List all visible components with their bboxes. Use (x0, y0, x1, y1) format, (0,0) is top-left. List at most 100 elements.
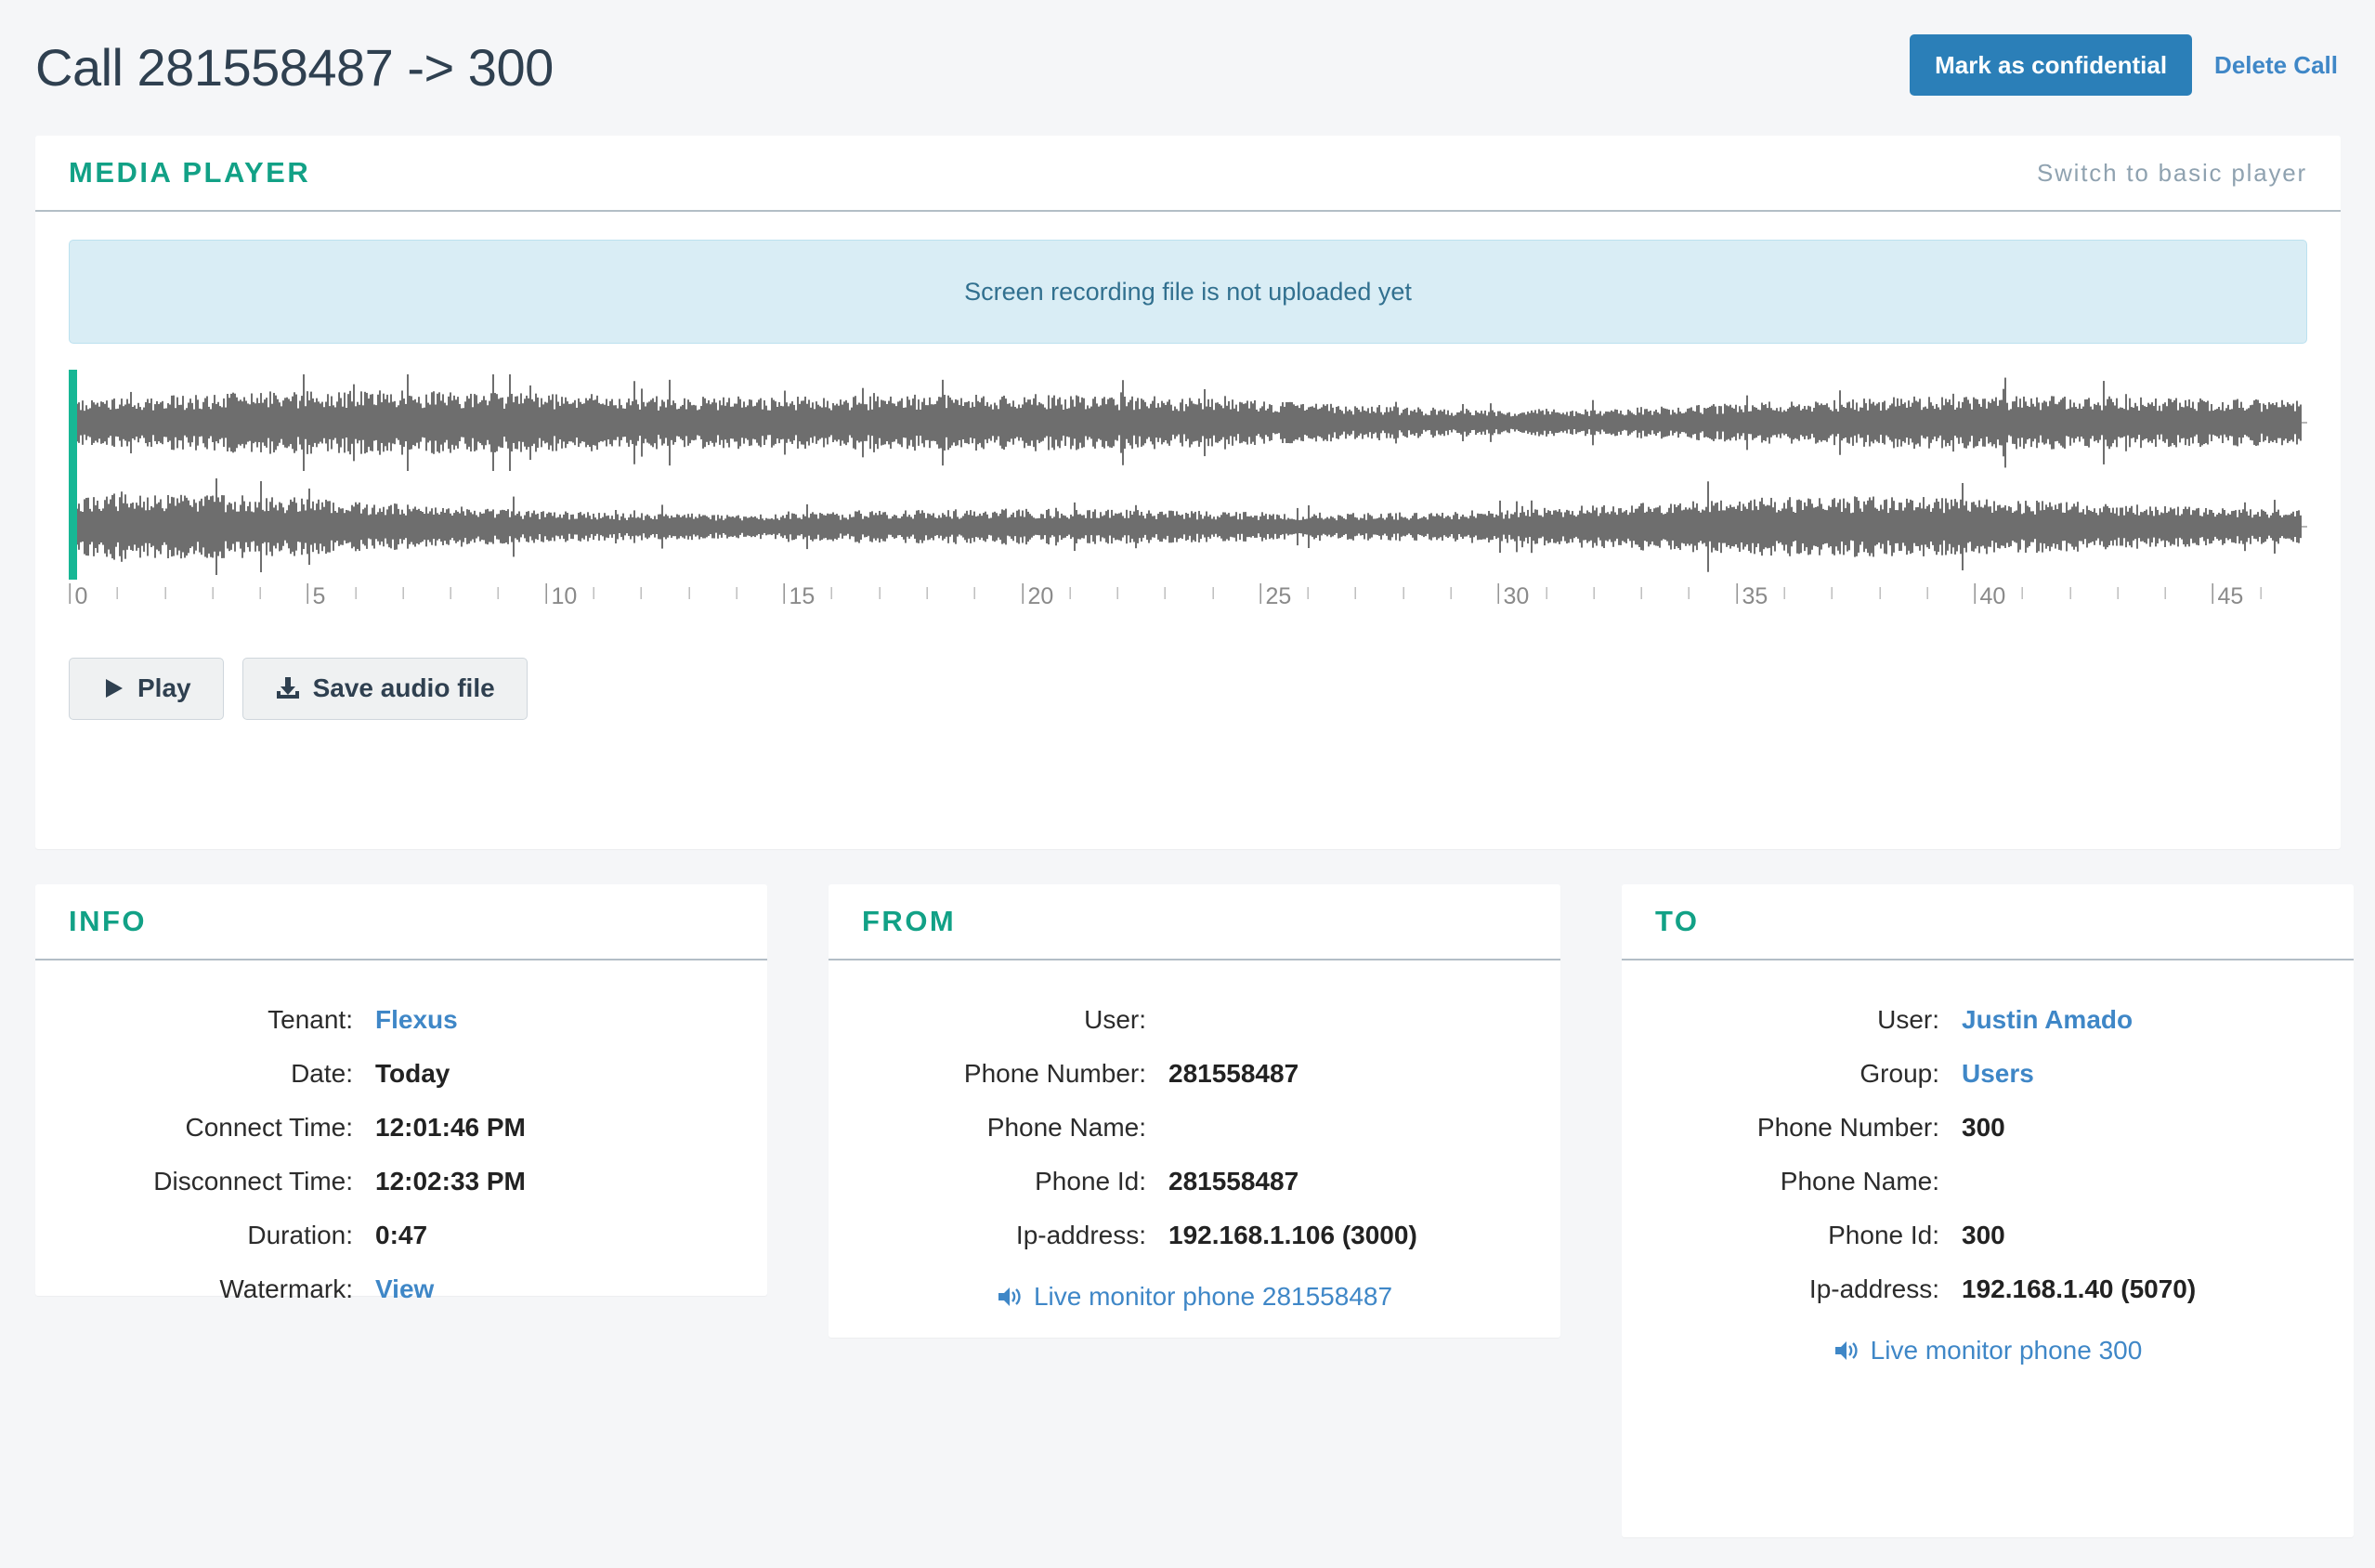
from-live-monitor-label: Live monitor phone 281558487 (1033, 1282, 1393, 1311)
detail-row: Watermark: View (69, 1274, 734, 1304)
switch-to-basic-player-link[interactable]: Switch to basic player (2037, 159, 2307, 188)
to-card: TO User: Justin Amado Group: Users Phone Num… (1622, 884, 2354, 1537)
page-header: Call 281558487 -> 300 Mark as confidenti… (0, 0, 2375, 136)
from-card-body: User: Phone Number: 281558487 Phone Name: Ph… (829, 960, 1560, 1250)
detail-row: Tenant: Flexus (69, 1005, 734, 1035)
play-icon (101, 676, 125, 700)
info-card-title: INFO (69, 905, 148, 937)
media-player-body: Screen recording file is not uploaded ye… (35, 212, 2341, 619)
detail-row: Connect Time: 12:01:46 PM (69, 1113, 734, 1143)
detail-row: Phone Number: 300 (1655, 1113, 2320, 1143)
detail-row: User: Justin Amado (1655, 1005, 2320, 1035)
speaker-icon (1833, 1339, 1860, 1362)
timeline-ruler-ticks: 0 5 10 15 20 25 30 35 40 45 (69, 583, 2262, 609)
detail-row-label: Ip-address: (1015, 1221, 1146, 1249)
detail-row: Phone Number: 281558487 (862, 1059, 1527, 1089)
detail-row-value: 12:02:33 PM (375, 1167, 526, 1196)
detail-row-label: User: (1084, 1005, 1146, 1034)
detail-row-label: User: (1877, 1005, 1939, 1034)
to-live-monitor-link[interactable]: Live monitor phone 300 (1833, 1336, 2143, 1365)
timeline-ruler[interactable]: 0 5 10 15 20 25 30 35 40 45 (69, 581, 2307, 619)
media-player-header: MEDIA PLAYER Switch to basic player (35, 136, 2341, 212)
svg-text:15: 15 (789, 583, 816, 609)
header-actions: Mark as confidential Delete Call (1910, 33, 2338, 102)
detail-row-label: Phone Id: (1035, 1167, 1146, 1196)
screen-recording-alert-text: Screen recording file is not uploaded ye… (964, 277, 1412, 306)
detail-row-label: Connect Time: (185, 1113, 353, 1142)
stereo-waveform[interactable] (69, 370, 2307, 580)
svg-text:40: 40 (1980, 583, 2006, 609)
info-card-header: INFO (35, 884, 767, 960)
detail-row-value: 300 (1962, 1113, 2005, 1142)
svg-text:35: 35 (1742, 583, 1768, 609)
detail-row-value[interactable]: View (375, 1274, 434, 1304)
detail-row-label: Ip-address: (1808, 1274, 1939, 1303)
detail-row-label: Watermark: (219, 1274, 353, 1303)
detail-row: Group: Users (1655, 1059, 2320, 1089)
svg-text:25: 25 (1266, 583, 1292, 609)
detail-row-value: 281558487 (1168, 1059, 1299, 1088)
screen-recording-alert: Screen recording file is not uploaded ye… (69, 240, 2307, 344)
speaker-icon (997, 1286, 1023, 1308)
svg-text:10: 10 (552, 583, 578, 609)
detail-row-value: 192.168.1.106 (3000) (1168, 1221, 1417, 1249)
media-player-card: MEDIA PLAYER Switch to basic player Scre… (35, 136, 2341, 849)
detail-row-value[interactable]: Justin Amado (1962, 1005, 2133, 1035)
detail-row: Date: Today (69, 1059, 734, 1089)
info-card-body: Tenant: Flexus Date: Today Connect Time: 12:0… (35, 960, 767, 1304)
from-monitor-row: Live monitor phone 281558487 (829, 1250, 1560, 1312)
detail-row-label: Date: (291, 1059, 353, 1088)
info-card: INFO Tenant: Flexus Date: Today Connect Time… (35, 884, 767, 1303)
svg-text:20: 20 (1028, 583, 1054, 609)
playhead-cursor[interactable] (69, 370, 77, 580)
page-title: Call 281558487 -> 300 (35, 38, 554, 97)
delete-call-link[interactable]: Delete Call (2214, 51, 2338, 80)
detail-row-value: 192.168.1.40 (5070) (1962, 1274, 2197, 1303)
detail-row: User: (862, 1005, 1527, 1035)
to-card-title: TO (1655, 905, 1700, 937)
mark-as-confidential-button[interactable]: Mark as confidential (1910, 33, 2193, 97)
detail-row-value: 300 (1962, 1221, 2005, 1249)
detail-row: Duration: 0:47 (69, 1221, 734, 1250)
detail-row-label: Phone Number: (1756, 1113, 1939, 1142)
svg-text:5: 5 (313, 583, 326, 609)
detail-row-label: Group: (1860, 1059, 1939, 1088)
svg-text:45: 45 (2218, 583, 2244, 609)
detail-row: Phone Id: 300 (1655, 1221, 2320, 1250)
detail-row: Phone Name: (1655, 1167, 2320, 1196)
to-card-body: User: Justin Amado Group: Users Phone Number… (1622, 960, 2354, 1304)
detail-row-label: Duration: (247, 1221, 353, 1249)
detail-row-value[interactable]: Flexus (375, 1005, 458, 1035)
detail-row-value[interactable]: Users (1962, 1059, 2034, 1089)
detail-row-value: Today (375, 1059, 450, 1088)
play-button[interactable]: Play (69, 658, 224, 720)
play-button-label: Play (137, 673, 191, 702)
detail-row-label: Phone Name: (986, 1113, 1146, 1142)
svg-text:0: 0 (75, 583, 88, 609)
detail-row-value: 281558487 (1168, 1167, 1299, 1196)
detail-row-label: Phone Number: (963, 1059, 1146, 1088)
from-live-monitor-link[interactable]: Live monitor phone 281558487 (997, 1282, 1392, 1312)
from-card-title: FROM (862, 905, 957, 937)
detail-row: Phone Id: 281558487 (862, 1167, 1527, 1196)
detail-row-label: Phone Name: (1780, 1167, 1939, 1196)
save-audio-file-label: Save audio file (312, 673, 495, 702)
waveform-area[interactable] (69, 370, 2307, 580)
to-monitor-row: Live monitor phone 300 (1622, 1304, 2354, 1365)
media-player-title: MEDIA PLAYER (69, 156, 311, 189)
detail-row-label: Phone Id: (1828, 1221, 1939, 1249)
detail-row: Ip-address: 192.168.1.40 (5070) (1655, 1274, 2320, 1304)
media-player-controls: Play Save audio file (35, 619, 2341, 720)
from-card-header: FROM (829, 884, 1560, 960)
call-detail-page: Call 281558487 -> 300 Mark as confidenti… (0, 0, 2375, 1568)
detail-row-value: 12:01:46 PM (375, 1113, 526, 1142)
detail-row-label: Disconnect Time: (153, 1167, 353, 1196)
detail-row: Disconnect Time: 12:02:33 PM (69, 1167, 734, 1196)
detail-row: Ip-address: 192.168.1.106 (3000) (862, 1221, 1527, 1250)
from-card: FROM User: Phone Number: 281558487 Phone Na… (829, 884, 1560, 1338)
save-audio-file-button[interactable]: Save audio file (241, 658, 528, 720)
detail-row: Phone Name: (862, 1113, 1527, 1143)
detail-row-label: Tenant: (268, 1005, 353, 1034)
to-live-monitor-label: Live monitor phone 300 (1870, 1336, 2143, 1365)
svg-text:30: 30 (1504, 583, 1530, 609)
